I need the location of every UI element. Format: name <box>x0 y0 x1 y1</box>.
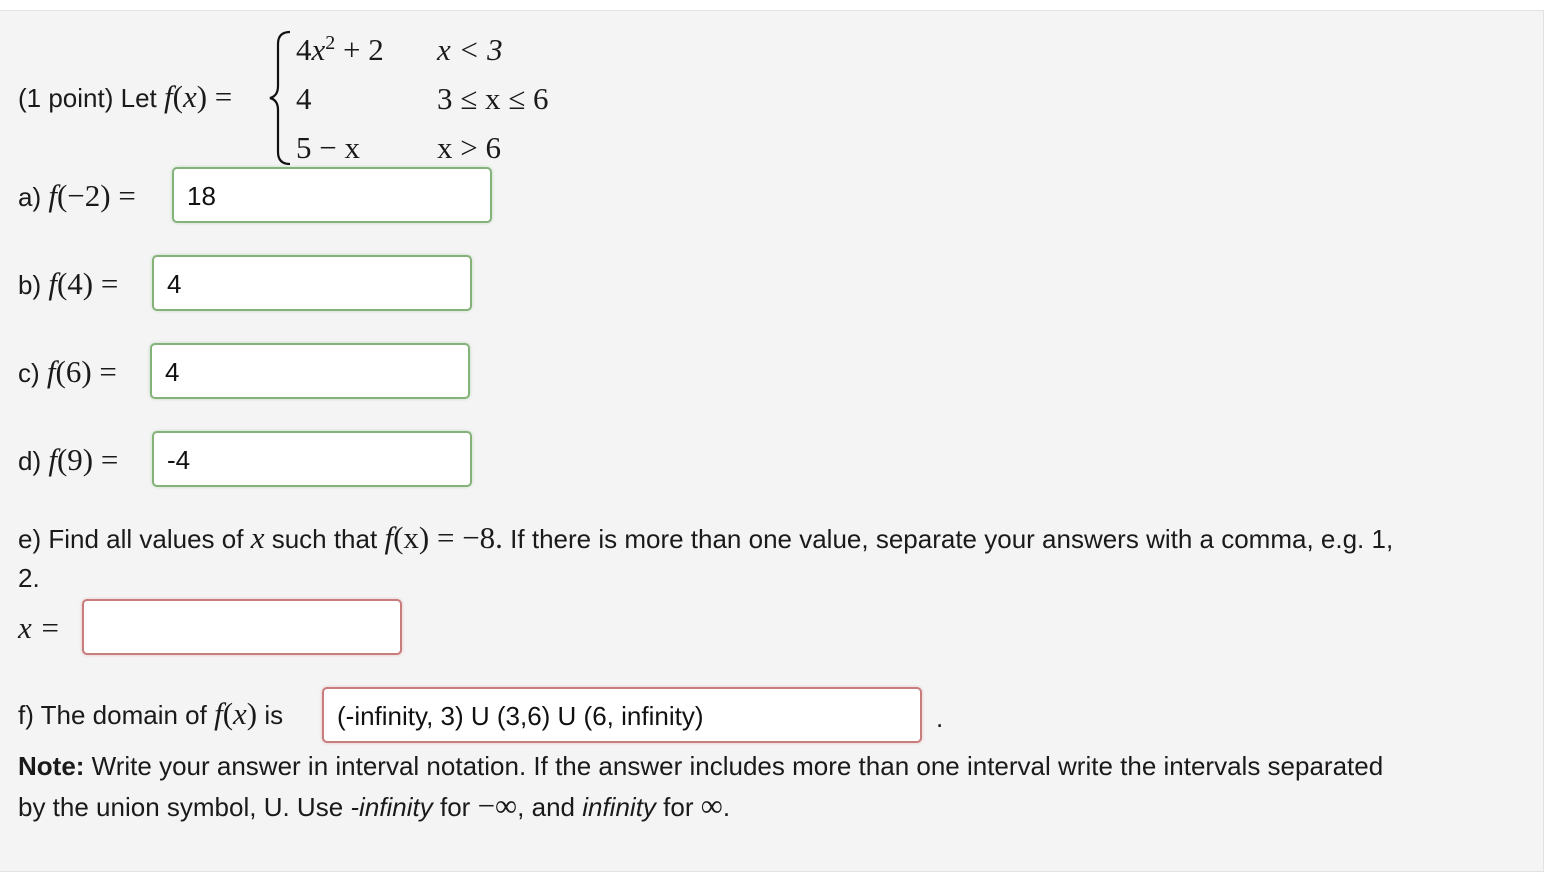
piece-2-cond: 3 ≤ x ≤ 6 <box>437 81 549 116</box>
part-f-label: f) The domain of f(x) is <box>18 696 284 731</box>
part-a-answer-input[interactable]: 18 <box>172 167 492 223</box>
part-b-label: b) f(4) = <box>18 266 119 301</box>
part-d-label: d) f(9) = <box>18 442 119 477</box>
part-b-answer-input[interactable]: 4 <box>152 255 472 311</box>
part-e-x-label: x = <box>18 610 61 645</box>
piece-3-expr: 5 − x <box>296 130 360 165</box>
piece-1-cond: x < 3 <box>437 32 503 67</box>
note-label: Note: <box>18 751 85 781</box>
piecewise-brace <box>269 30 291 166</box>
piece-1-expr: 4x2 + 2 <box>296 32 384 67</box>
part-d-answer-input[interactable]: -4 <box>152 431 472 487</box>
part-e-question-line2: 2. <box>18 563 40 593</box>
part-c-answer-input[interactable]: 4 <box>150 343 470 399</box>
part-a-label: a) f(−2) = <box>18 178 136 213</box>
points-label: (1 point) Let <box>18 83 157 113</box>
function-name: f(x) = <box>163 79 233 114</box>
note-line2: by the union symbol, U. Use -infinity fo… <box>18 788 731 823</box>
part-e-question-line1: e) Find all values of x such that f(x) =… <box>18 520 1394 555</box>
problem-intro: (1 point) Let f(x) = <box>18 81 232 114</box>
piece-2-expr: 4 <box>296 81 312 116</box>
part-e-answer-input[interactable] <box>82 599 402 655</box>
note-line1: Note: Write your answer in interval nota… <box>18 751 1384 781</box>
part-f-answer-input[interactable]: (-infinity, 3) U (3,6) U (6, infinity) <box>322 687 922 743</box>
piece-3-cond: x > 6 <box>437 130 501 165</box>
part-f-period: . <box>936 703 944 733</box>
part-c-label: c) f(6) = <box>18 354 117 389</box>
